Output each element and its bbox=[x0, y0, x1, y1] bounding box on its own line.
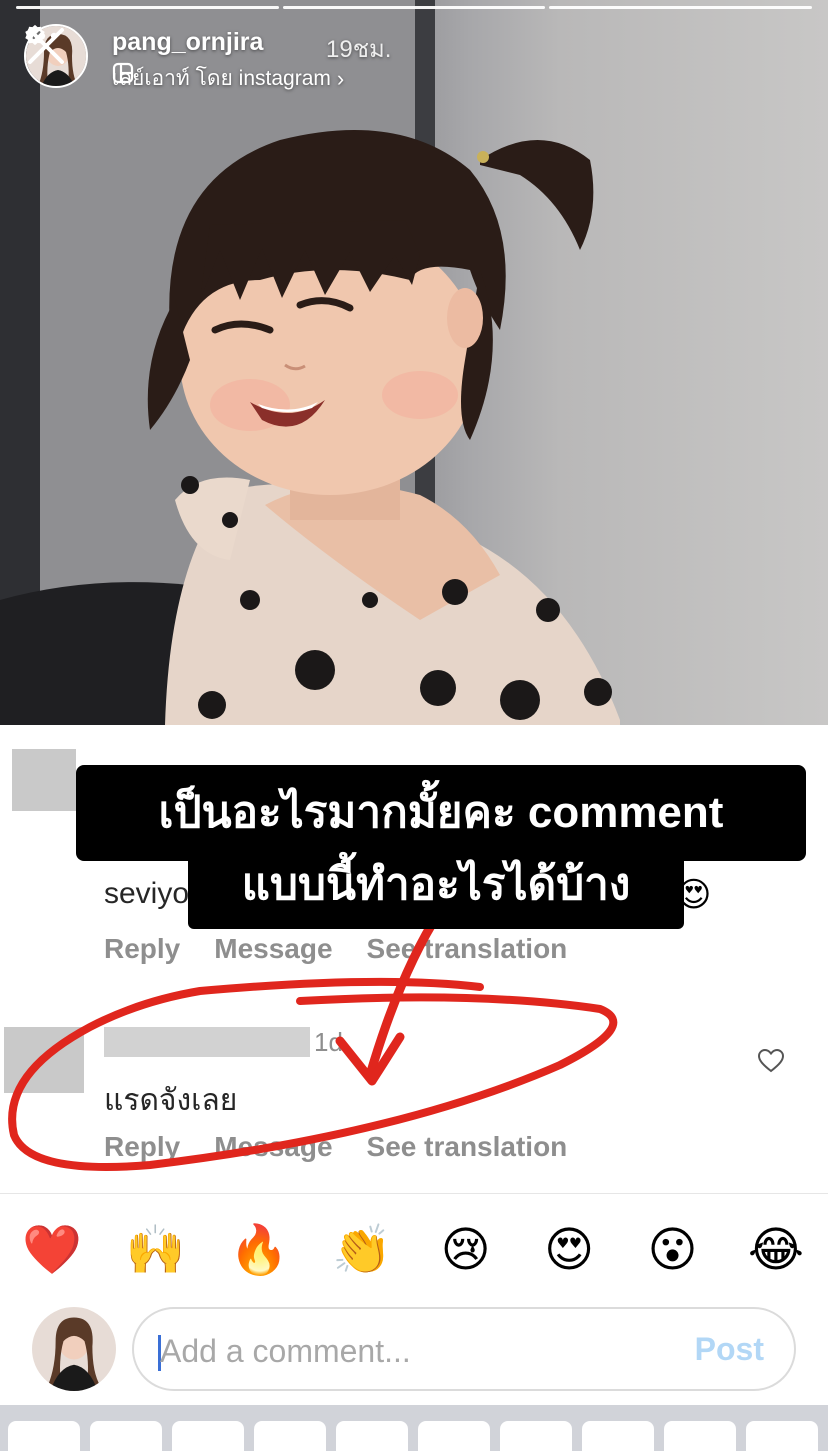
reaction-laughing[interactable]: 😂 bbox=[746, 1220, 806, 1280]
chevron-right-icon: › bbox=[336, 65, 345, 91]
like-heart-icon bbox=[758, 1049, 784, 1073]
story-photo[interactable]: pang_ornjira 19ชม. เลย์เอาท์ โดย instagr… bbox=[0, 0, 828, 725]
keyboard-key[interactable] bbox=[254, 1421, 326, 1451]
progress-segment bbox=[549, 6, 813, 9]
keyboard-key[interactable] bbox=[582, 1421, 654, 1451]
story-username[interactable]: pang_ornjira bbox=[112, 28, 263, 57]
keyboard-key[interactable] bbox=[336, 1421, 408, 1451]
comment-screenshot: seviyo 😍 Reply Message See translation 1… bbox=[0, 725, 828, 1193]
layout-attribution[interactable]: เลย์เอาท์ โดย instagram › bbox=[112, 62, 344, 95]
message-link: Message bbox=[214, 933, 333, 964]
reaction-heart-eyes[interactable]: 😍 bbox=[539, 1220, 599, 1280]
progress-segment bbox=[16, 6, 279, 9]
story-progress bbox=[16, 6, 813, 9]
keyboard-key[interactable] bbox=[746, 1421, 818, 1451]
reaction-fire[interactable]: 🔥 bbox=[229, 1220, 289, 1280]
comment-input-row: Post bbox=[0, 1305, 828, 1405]
keyboard-key[interactable] bbox=[8, 1421, 80, 1451]
reply-link: Reply bbox=[104, 933, 181, 964]
comment-input[interactable] bbox=[160, 1323, 660, 1379]
reaction-crying[interactable]: 😢 bbox=[436, 1220, 496, 1280]
reaction-clap[interactable]: 👏 bbox=[332, 1220, 392, 1280]
comment-actions: Reply Message See translation bbox=[104, 1131, 567, 1163]
comment-time: 1d bbox=[314, 1027, 343, 1057]
progress-segment bbox=[282, 6, 546, 9]
child-photo-illustration bbox=[0, 0, 620, 725]
comment-actions: Reply Message See translation bbox=[104, 933, 567, 965]
message-link: Message bbox=[214, 1131, 333, 1162]
keyboard bbox=[0, 1405, 828, 1451]
close-icon[interactable] bbox=[24, 24, 68, 68]
keyboard-key[interactable] bbox=[664, 1421, 736, 1451]
reaction-heart[interactable]: ❤️ bbox=[22, 1220, 82, 1280]
keyboard-key[interactable] bbox=[418, 1421, 490, 1451]
reaction-raised-hands[interactable]: 🙌 bbox=[125, 1220, 186, 1280]
reply-link: Reply bbox=[104, 1131, 181, 1162]
censored-avatar bbox=[4, 1027, 84, 1093]
keyboard-key[interactable] bbox=[90, 1421, 162, 1451]
censored-username bbox=[104, 1027, 310, 1057]
post-button[interactable]: Post bbox=[695, 1331, 764, 1368]
see-translation-link: See translation bbox=[366, 933, 568, 964]
comment-box: Post bbox=[132, 1307, 796, 1391]
keyboard-key[interactable] bbox=[500, 1421, 572, 1451]
text-banner-line2: แบบนี้ทำอะไรได้บ้าง bbox=[188, 841, 684, 929]
layout-label: เลย์เอาท์ โดย instagram bbox=[112, 67, 331, 90]
keyboard-key[interactable] bbox=[172, 1421, 244, 1451]
layout-icon bbox=[112, 62, 134, 84]
comment-text: แรดจังเลย bbox=[104, 1084, 238, 1117]
reaction-surprised[interactable]: 😮 bbox=[643, 1220, 703, 1280]
quick-reactions: ❤️ 🙌 🔥 👏 😢 😍 😮 😂 bbox=[0, 1193, 828, 1305]
comment-text: seviyo bbox=[104, 877, 190, 910]
see-translation-link: See translation bbox=[366, 1131, 568, 1162]
censored-avatar bbox=[12, 749, 76, 811]
my-avatar bbox=[32, 1307, 116, 1391]
story-header: pang_ornjira 19ชม. เลย์เอาท์ โดย instagr… bbox=[24, 24, 810, 91]
